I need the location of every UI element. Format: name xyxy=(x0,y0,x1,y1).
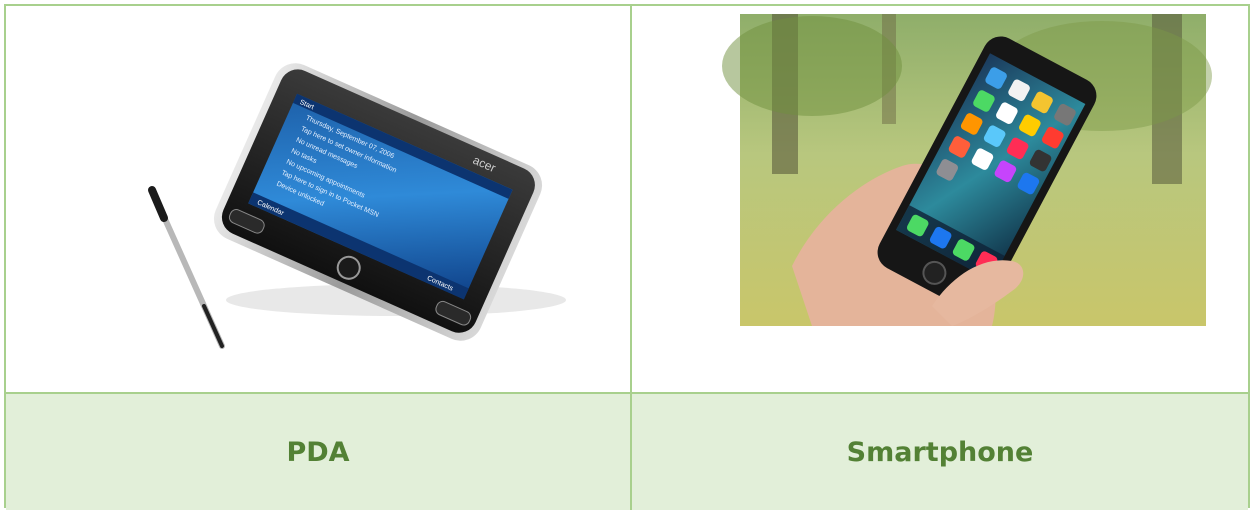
pda-illustration: acer Start Thursday, September 07, 2006 … xyxy=(148,63,566,349)
stylus xyxy=(148,186,225,349)
smartphone-label: Smartphone xyxy=(846,436,1034,468)
photo-frame xyxy=(722,14,1212,326)
pda-image-cell: acer Start Thursday, September 07, 2006 … xyxy=(6,6,630,392)
label-row: PDA Smartphone xyxy=(6,394,1248,510)
smartphone-image-cell xyxy=(632,6,1248,392)
image-row: acer Start Thursday, September 07, 2006 … xyxy=(6,6,1248,392)
device-comparison-table: acer Start Thursday, September 07, 2006 … xyxy=(4,4,1250,510)
pda-label: PDA xyxy=(286,436,350,468)
smartphone-photo xyxy=(722,14,1212,326)
